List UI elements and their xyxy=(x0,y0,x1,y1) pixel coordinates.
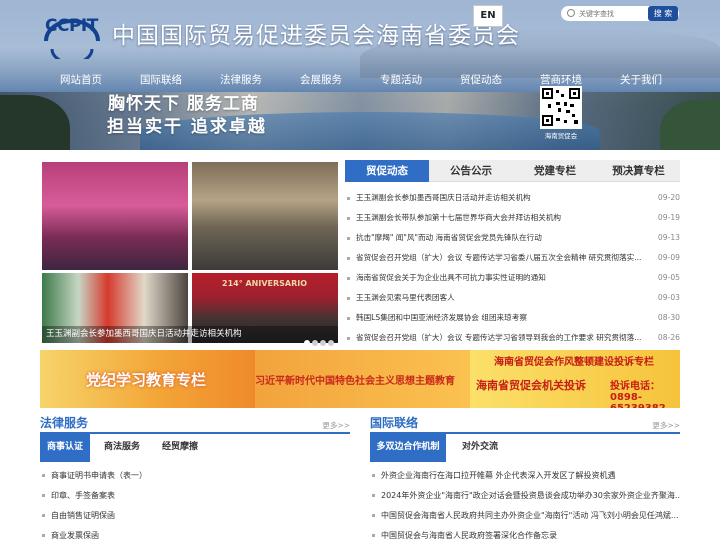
news-item[interactable]: 海南省贸促会关于为企业出具不可抗力事实性证明的通知 09-05 xyxy=(345,268,680,288)
list-item[interactable]: 2024年外资企业"海南行"政企对话会暨投资恳谈会成功举办30余家外资企业齐聚海… xyxy=(370,487,680,507)
english-button[interactable]: EN xyxy=(473,5,503,27)
qr-code xyxy=(540,86,582,129)
slider-photo-1[interactable] xyxy=(42,162,188,270)
banner-complaint-phone: 投诉电话：0898-65239382 xyxy=(610,381,666,408)
news-item[interactable]: 省贸促会召开党组（扩大）会议 专题传达学习省领导到我会的工作要求 研究贯彻落..… xyxy=(345,328,680,348)
tab-exchange[interactable]: 对外交流 xyxy=(450,432,510,462)
news-tabs: 贸促动态 公告公示 党建专栏 预决算专栏 xyxy=(345,160,680,182)
news-item[interactable]: 省贸促会召开党组（扩大）会议 专题传达学习省委八届五次全会精神 研究贯彻落实..… xyxy=(345,248,680,268)
news-list: 王玉渊副会长参加墨西哥国庆日活动并走访相关机构 09-20 王玉渊副会长带队参加第… xyxy=(345,188,680,348)
banner-theme-education-text: 习近平新时代中国特色社会主义思想主题教育 xyxy=(255,376,455,387)
anniversary-text: 214° ANIVERSARIO xyxy=(222,279,308,288)
slogan-line2: 担当实干 追求卓越 xyxy=(107,117,267,137)
tab-announcements[interactable]: 公告公示 xyxy=(429,160,513,182)
intl-section-title: 国际联络 xyxy=(370,416,419,430)
nav-international[interactable]: 国际联络 xyxy=(140,72,182,87)
page: CCPIT 中国国际贸易促进委员会海南省委员会 EN 搜 索 网站首页 国际联络… xyxy=(0,0,720,540)
nav-special[interactable]: 专题活动 xyxy=(380,72,422,87)
nav-about[interactable]: 关于我们 xyxy=(620,72,662,87)
intl-section-header: 国际联络 更多>> xyxy=(370,414,680,434)
logo-text: CCPIT xyxy=(45,16,98,36)
list-item[interactable]: 印章、手签备案表 xyxy=(40,487,350,507)
search-button[interactable]: 搜 索 xyxy=(648,6,678,21)
list-item[interactable]: 中国贸促会海南省人民政府共同主办外资企业"海南行"活动 冯飞刘小明会见任鸿斌..… xyxy=(370,507,680,527)
banner-complaint-subtitle: 海南省贸促会机关投诉 xyxy=(476,379,586,392)
legal-section-header: 法律服务 更多>> xyxy=(40,414,350,434)
slider-dot[interactable] xyxy=(312,340,318,346)
legal-list: 商事证明书申请表（表一） 印章、手签备案表 自由销售证明保函 商业发票保函 xyxy=(40,467,350,540)
search-input[interactable] xyxy=(579,7,649,20)
nav-exhibition[interactable]: 会展服务 xyxy=(300,72,342,87)
tab-news[interactable]: 贸促动态 xyxy=(345,160,429,182)
legal-tabs: 商事认证 商法服务 经贸摩擦 xyxy=(40,432,350,462)
slider-dot[interactable] xyxy=(328,340,334,346)
list-item[interactable]: 商业发票保函 xyxy=(40,527,350,540)
slider-dots xyxy=(302,331,334,350)
banner-theme-education[interactable]: 习近平新时代中国特色社会主义思想主题教育 xyxy=(255,350,470,408)
tab-commercial-law[interactable]: 商法服务 xyxy=(96,432,148,462)
tab-multilateral[interactable]: 多双边合作机制 xyxy=(370,432,446,462)
tab-budget[interactable]: 预决算专栏 xyxy=(597,160,680,182)
list-item[interactable]: 自由销售证明保函 xyxy=(40,507,350,527)
slider-caption[interactable]: 王玉渊副会长参加墨西哥国庆日活动并走访相关机构 xyxy=(42,326,338,343)
slider-dot[interactable] xyxy=(320,340,326,346)
nav-news[interactable]: 贸促动态 xyxy=(460,72,502,87)
slogan-line1: 胸怀天下 服务工商 xyxy=(108,94,259,114)
list-item[interactable]: 中国贸促会与海南省人民政府签署深化合作备忘录 xyxy=(370,527,680,540)
tab-trade-friction[interactable]: 经贸摩擦 xyxy=(154,432,206,462)
nav-business-env[interactable]: 营商环境 xyxy=(540,72,582,87)
nav-legal[interactable]: 法律服务 xyxy=(220,72,262,87)
nav-home[interactable]: 网站首页 xyxy=(60,72,102,87)
search-icon xyxy=(567,9,575,17)
list-item[interactable]: 商事证明书申请表（表一） xyxy=(40,467,350,487)
banner-complaint[interactable]: 海南省贸促会作风整顿建设投诉专栏 海南省贸促会机关投诉 投诉电话：0898-65… xyxy=(470,350,680,408)
intl-tabs: 多双边合作机制 对外交流 xyxy=(370,432,680,462)
news-item[interactable]: 王玉渊会见索马里代表团客人 09-03 xyxy=(345,288,680,308)
legal-more-link[interactable]: 更多>> xyxy=(322,420,350,431)
site-title[interactable]: 中国国际贸易促进委员会海南省委员会 xyxy=(112,16,520,50)
news-item[interactable]: 王玉渊副会长参加墨西哥国庆日活动并走访相关机构 09-20 xyxy=(345,188,680,208)
slider-photo-2[interactable] xyxy=(192,162,338,270)
search-box: 搜 索 xyxy=(561,6,679,21)
news-item[interactable]: 抗击"摩羯" 闻"风"而动 海南省贸促会党员先锋队在行动 09-13 xyxy=(345,228,680,248)
banner-complaint-title: 海南省贸促会作风整顿建设投诉专栏 xyxy=(494,357,654,368)
qr-code-icon xyxy=(542,88,580,126)
news-item[interactable]: 王玉渊副会长带队参加第十七届世界华商大会并拜访相关机构 09-19 xyxy=(345,208,680,228)
tab-party[interactable]: 党建专栏 xyxy=(513,160,597,182)
qr-caption: 海南贸促会 xyxy=(544,132,578,140)
banner-party-discipline[interactable]: 党纪学习教育专栏 xyxy=(40,350,255,408)
list-item[interactable]: 外资企业海南行在海口拉开帷幕 外企代表深入开发区了解投资机遇 xyxy=(370,467,680,487)
banner-party-discipline-text: 党纪学习教育专栏 xyxy=(86,371,207,389)
news-item[interactable]: 韩国LS集团和中国亚洲经济发展协会 组团来琼考察 08-30 xyxy=(345,308,680,328)
tab-commercial-cert[interactable]: 商事认证 xyxy=(40,432,90,462)
intl-more-link[interactable]: 更多>> xyxy=(652,420,680,431)
intl-list: 外资企业海南行在海口拉开帷幕 外企代表深入开发区了解投资机遇 2024年外资企业… xyxy=(370,467,680,540)
legal-section-title: 法律服务 xyxy=(40,416,89,430)
main-nav: 网站首页 国际联络 法律服务 会展服务 专题活动 贸促动态 营商环境 关于我们 xyxy=(40,72,680,90)
slider-dot[interactable] xyxy=(304,340,310,346)
